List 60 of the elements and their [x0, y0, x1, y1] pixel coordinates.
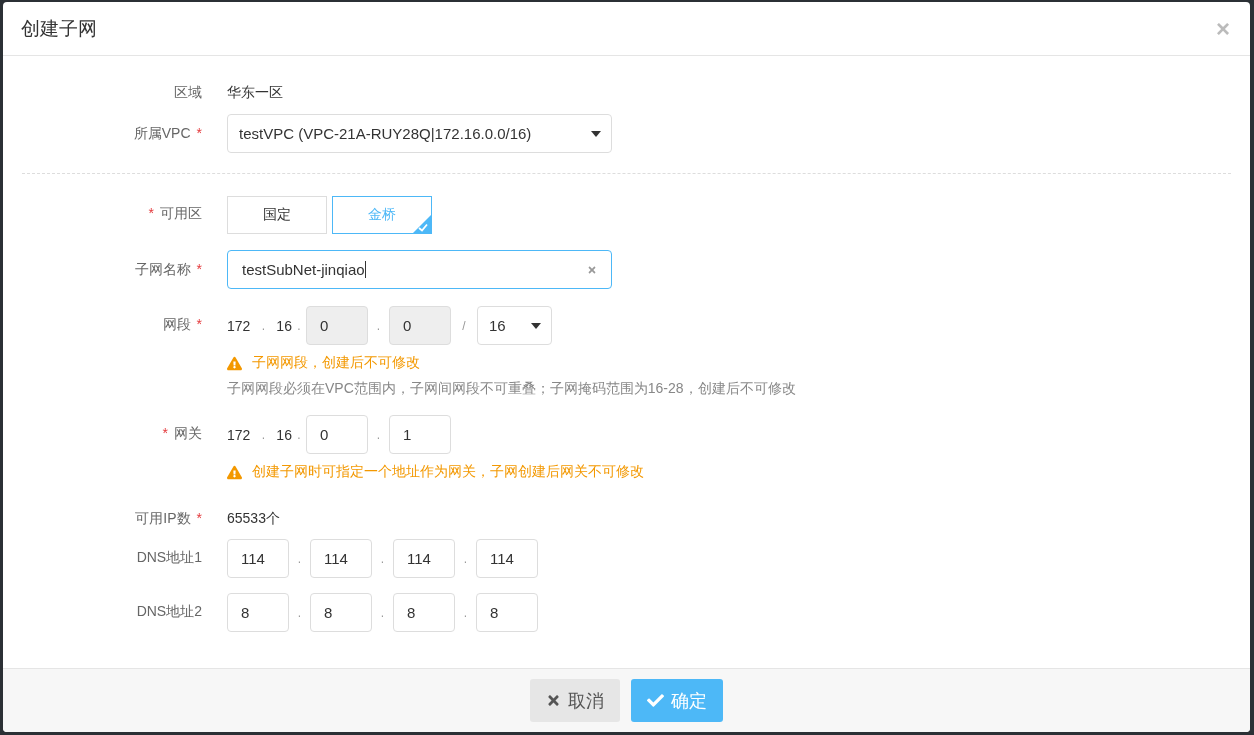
address-octet: 16: [276, 318, 292, 333]
separator: .: [260, 319, 267, 335]
field-label: DNS地址2: [136, 603, 202, 619]
address-octet: 172: [227, 318, 251, 333]
cancel-button[interactable]: 取消: [530, 679, 620, 722]
octet-field[interactable]: 8: [393, 593, 455, 632]
separator: .: [375, 319, 382, 335]
required-mark: *: [196, 510, 202, 526]
field-label: DNS地址1: [136, 549, 202, 565]
separator: .: [462, 552, 469, 568]
close-icon: [546, 693, 561, 708]
field-label: 可用IP数: [135, 510, 191, 526]
separator: .: [296, 319, 302, 335]
caret-icon: [530, 322, 541, 329]
zone-option[interactable]: 国定: [227, 196, 327, 234]
address-octet: 172: [227, 427, 251, 442]
octet-field[interactable]: 8: [310, 593, 372, 632]
field-value: 65533个: [227, 509, 281, 528]
octet-field[interactable]: 114: [476, 539, 538, 578]
separator: .: [375, 428, 382, 444]
vpc-select[interactable]: testVPC (VPC-21A-RUY28Q|172.16.0.0/16): [227, 114, 612, 153]
octet-field[interactable]: 114: [227, 539, 289, 578]
separator: .: [379, 606, 386, 622]
field-label: 可用区: [160, 205, 202, 221]
check-corner-icon: [413, 215, 431, 233]
separator: .: [296, 428, 302, 444]
octet-field[interactable]: 8: [476, 593, 538, 632]
required-mark: *: [148, 205, 154, 221]
separator: .: [296, 606, 303, 622]
required-mark: *: [162, 425, 168, 441]
field-label: 区域: [174, 84, 202, 100]
warning-icon: [227, 464, 242, 480]
warning-text: 子网网段，创建后不可修改: [252, 354, 420, 372]
mask-select[interactable]: 16: [476, 306, 552, 345]
warning-icon: [227, 355, 242, 371]
dialog-title: 创建子网: [21, 16, 97, 41]
subnet-name-field[interactable]: testSubNet-jinqiao: [227, 250, 612, 289]
field-value: 华东一区: [227, 83, 284, 102]
field-label: 网段: [162, 316, 191, 332]
separator: .: [260, 428, 267, 444]
caret-icon: [591, 130, 601, 137]
octet-field[interactable]: 114: [310, 539, 372, 578]
required-mark: *: [196, 261, 202, 277]
separator: .: [296, 552, 303, 568]
separator: .: [462, 606, 469, 622]
required-mark: *: [196, 316, 202, 332]
octet-field[interactable]: 8: [227, 593, 289, 632]
separator: /: [461, 318, 467, 333]
address-octet: 16: [276, 427, 292, 442]
field-label: 网关: [174, 425, 202, 441]
separator: .: [379, 552, 386, 568]
warning-text: 创建子网时可指定一个地址作为网关，子网创建后网关不可修改: [252, 463, 644, 481]
required-mark: *: [196, 125, 202, 141]
field-label: 所属VPC: [133, 125, 191, 141]
octet-field[interactable]: 0: [305, 415, 368, 454]
octet-field[interactable]: 114: [393, 539, 455, 578]
octet-field[interactable]: 1: [388, 415, 451, 454]
field-label: 子网名称: [134, 261, 191, 277]
help-text: 子网网段必须在VPC范围内，子网间网段不可重叠；子网掩码范围为16-28，创建后不可修改: [227, 380, 797, 398]
check-icon: [647, 692, 664, 709]
